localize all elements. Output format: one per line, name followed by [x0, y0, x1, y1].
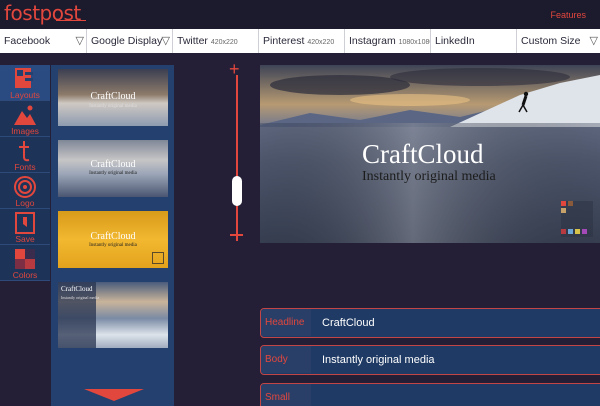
dropdown-caret-icon: ▽	[75, 35, 84, 47]
tool-fonts[interactable]: Fonts	[0, 137, 50, 173]
mountain-icon	[14, 105, 36, 125]
save-icon	[15, 212, 35, 234]
tool-label: Save	[15, 234, 35, 244]
tool-logo[interactable]: Logo	[0, 173, 50, 209]
layout-thumbnail[interactable]: CraftCloud Instantly original media	[58, 69, 168, 126]
headline-field[interactable]: Headline CraftCloud	[260, 308, 600, 338]
dropdown-caret-icon: ▽	[161, 35, 170, 47]
tab-label: Instagram	[349, 35, 396, 47]
thumbnail-body: Instantly original media	[89, 243, 137, 248]
thumbnail-body: Instantly original media	[61, 295, 100, 300]
tab-size: 1080x1080	[398, 39, 431, 46]
tool-label: Colors	[12, 270, 38, 280]
thumbnail-body: Instantly original media	[89, 171, 137, 176]
tab-instagram[interactable]: Instagram 1080x1080	[345, 29, 431, 53]
tab-label: Pinterest	[263, 35, 305, 47]
thumbnail-headline: CraftCloud	[90, 91, 136, 102]
preview-logo-mark	[561, 201, 593, 237]
logo-underline	[56, 20, 86, 21]
dropdown-caret-icon: ▽	[589, 35, 598, 47]
font-t-icon	[19, 141, 30, 162]
headline-input[interactable]: CraftCloud	[322, 317, 375, 329]
body-field-label: Body	[261, 346, 311, 373]
preview-body: Instantly original media	[362, 169, 496, 184]
tool-label: Logo	[15, 198, 35, 208]
tab-pinterest[interactable]: Pinterest 420x220	[259, 29, 345, 53]
tool-layouts[interactable]: Layouts	[0, 65, 50, 101]
tab-facebook[interactable]: Facebook ▽	[0, 29, 87, 53]
palette-icon	[15, 249, 35, 269]
design-preview[interactable]: CraftCloud Instantly original media	[260, 65, 600, 243]
tool-save[interactable]: Save	[0, 209, 50, 245]
tab-size: 420x220	[307, 39, 335, 46]
layout-thumbnail[interactable]: CraftCloud Instantly original media	[58, 140, 168, 197]
layout-thumbnail[interactable]: CraftCloud Instantly original media	[58, 211, 168, 268]
top-bar: fostpost Features	[0, 0, 600, 29]
headline-field-label: Headline	[261, 309, 311, 336]
tool-label: Images	[11, 126, 39, 136]
tab-label: Google Display	[91, 35, 163, 47]
fostpost-logo[interactable]: fostpost	[4, 1, 81, 25]
tab-twitter[interactable]: Twitter 420x220	[173, 29, 259, 53]
tool-colors[interactable]: Colors	[0, 245, 50, 281]
thumbnail-body: Instantly original media	[89, 104, 137, 109]
thumbnail-headline: CraftCloud	[90, 159, 136, 170]
preview-headline: CraftCloud	[362, 139, 484, 169]
tab-label: LinkedIn	[435, 35, 475, 47]
scroll-down-arrow-icon[interactable]	[84, 389, 144, 401]
small-field[interactable]: Small	[260, 383, 600, 406]
tab-size: 420x220	[210, 39, 238, 46]
tool-images[interactable]: Images	[0, 101, 50, 137]
target-icon	[14, 176, 36, 198]
format-tabs: Facebook ▽ Google Display ▽ Twitter 420x…	[0, 29, 600, 53]
tab-linkedin[interactable]: LinkedIn	[431, 29, 517, 53]
tab-label: Custom Size	[521, 35, 581, 47]
body-input[interactable]: Instantly original media	[322, 354, 435, 366]
zoom-out-icon[interactable]	[230, 234, 243, 236]
tool-sidebar: Layouts Images Fonts Logo Save Colors	[0, 65, 50, 281]
tool-label: Fonts	[14, 162, 36, 172]
zoom-slider-handle[interactable]	[232, 176, 242, 206]
tab-google-display[interactable]: Google Display ▽	[87, 29, 173, 53]
thumbnail-headline: CraftCloud	[90, 231, 136, 242]
small-field-label: Small	[261, 384, 311, 406]
body-field[interactable]: Body Instantly original media	[260, 345, 600, 375]
thumbnail-headline: CraftCloud	[61, 285, 93, 293]
tab-custom-size[interactable]: Custom Size ▽	[517, 29, 600, 53]
layouts-icon	[15, 68, 33, 88]
tab-label: Facebook	[4, 35, 51, 47]
features-link[interactable]: Features	[550, 10, 586, 20]
thumbnail-logo-mark	[152, 252, 164, 264]
tool-label: Layouts	[10, 90, 40, 100]
tab-label: Twitter	[177, 35, 208, 47]
layout-thumbnails-panel: CraftCloud Instantly original media Craf…	[51, 65, 174, 406]
zoom-slider-track[interactable]	[236, 75, 238, 241]
layout-thumbnail[interactable]: CraftCloud Instantly original media	[58, 282, 168, 348]
